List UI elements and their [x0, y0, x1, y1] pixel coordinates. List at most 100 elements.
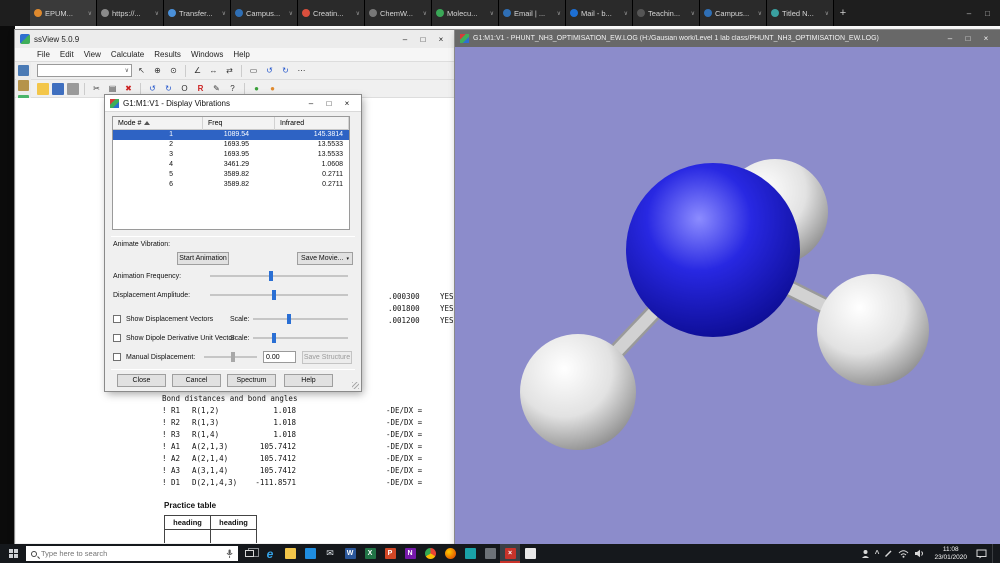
gaussview-taskbar-button[interactable]: × [500, 544, 520, 563]
select-tool-icon[interactable]: ↖ [135, 64, 148, 77]
rotate-left-icon[interactable]: ↺ [263, 64, 276, 77]
spectrum-button[interactable]: Spectrum [227, 374, 276, 387]
manual-displacement-slider[interactable] [204, 352, 257, 362]
vibration-mode-row[interactable]: 6 3589.82 0.2711 [113, 180, 349, 190]
chevron-down-icon[interactable]: ∨ [155, 10, 159, 17]
menu-results[interactable]: Results [154, 50, 181, 59]
task-view-button[interactable] [238, 544, 260, 563]
more-tools-icon[interactable]: ⋯ [295, 64, 308, 77]
vibration-mode-row[interactable]: 3 1693.95 13.5533 [113, 150, 349, 160]
browser-tab[interactable]: https://... ∨ [97, 0, 164, 26]
microphone-icon[interactable] [226, 549, 233, 559]
manual-displacement-checkbox[interactable] [113, 353, 121, 361]
vibration-mode-row[interactable]: 2 1693.95 13.5533 [113, 140, 349, 150]
menu-windows[interactable]: Windows [191, 50, 223, 59]
mail-button[interactable]: ✉ [320, 544, 340, 563]
chevron-down-icon[interactable]: ∨ [557, 10, 561, 17]
onenote-button[interactable]: N [400, 544, 420, 563]
help-tool-icon[interactable]: ? [226, 82, 239, 95]
chrome-button[interactable] [420, 544, 440, 563]
show-desktop-button[interactable] [992, 544, 996, 563]
notepad-button[interactable] [520, 544, 540, 563]
browser-tab[interactable]: Email | ... ∨ [499, 0, 566, 26]
rotate-right-icon[interactable]: ↻ [279, 64, 292, 77]
browser-tab[interactable]: Molecu... ∨ [432, 0, 499, 26]
browser-tab[interactable]: Mail - b... ∨ [566, 0, 633, 26]
bond-tool-icon[interactable]: ↔ [207, 64, 220, 77]
molecule-titlebar[interactable]: G1:M1:V1 - PHUNT_NH3_OPTIMISATION_EW.LOG… [455, 30, 1000, 47]
chevron-down-icon[interactable]: ∨ [758, 10, 762, 17]
undo-icon[interactable]: ↺ [146, 82, 159, 95]
vibration-mode-row[interactable]: 4 3461.29 1.0608 [113, 160, 349, 170]
taskbar-clock[interactable]: 11:08 23/01/2020 [934, 546, 967, 562]
browser-tab[interactable]: EPUM... ∨ [30, 0, 97, 26]
save-structure-button[interactable]: Save Structure [302, 351, 352, 364]
chevron-down-icon[interactable]: ∨ [289, 10, 293, 17]
chevron-down-icon[interactable]: ∨ [825, 10, 829, 17]
menu-edit[interactable]: Edit [60, 50, 74, 59]
redo-icon[interactable]: ↻ [162, 82, 175, 95]
help-button[interactable]: Help [284, 374, 333, 387]
menu-help[interactable]: Help [233, 50, 249, 59]
fragment-icon[interactable]: ▭ [247, 64, 260, 77]
dipole-scale-slider[interactable] [253, 333, 348, 343]
network-icon[interactable] [898, 549, 909, 558]
close-button[interactable]: Close [117, 374, 166, 387]
menu-file[interactable]: File [37, 50, 50, 59]
word-button[interactable]: W [340, 544, 360, 563]
settings-button[interactable] [480, 544, 500, 563]
chevron-down-icon[interactable]: ∨ [624, 10, 628, 17]
browser-tab[interactable]: Campus... ∨ [231, 0, 298, 26]
minimize-button[interactable]: – [302, 95, 320, 112]
center-view-icon[interactable]: ⊙ [167, 64, 180, 77]
manual-displacement-input[interactable] [263, 351, 296, 363]
close-button[interactable]: × [977, 30, 995, 47]
browser-tab[interactable]: Transfer... ∨ [164, 0, 231, 26]
file-explorer-button[interactable] [280, 544, 300, 563]
molecule-canvas[interactable] [455, 47, 1000, 544]
swap-tool-icon[interactable]: ⇄ [223, 64, 236, 77]
action-center-icon[interactable] [976, 549, 987, 559]
close-button[interactable]: × [432, 31, 450, 48]
cut-icon[interactable]: ✂ [90, 82, 103, 95]
gaussview-titlebar[interactable]: ssView 5.0.9 – □ × [15, 30, 455, 48]
taskbar-search[interactable] [26, 546, 238, 561]
window-maximize-icon[interactable]: □ [985, 9, 990, 18]
minimize-button[interactable]: – [396, 31, 414, 48]
powerpoint-button[interactable]: P [380, 544, 400, 563]
browser-tab[interactable]: Creatin... ∨ [298, 0, 365, 26]
firefox-button[interactable] [440, 544, 460, 563]
start-button[interactable] [0, 544, 26, 563]
menu-calculate[interactable]: Calculate [111, 50, 144, 59]
chevron-down-icon[interactable]: ∨ [356, 10, 360, 17]
nitrogen-atom[interactable] [626, 163, 800, 337]
maximize-button[interactable]: □ [320, 95, 338, 112]
photos-button[interactable] [460, 544, 480, 563]
r-group-icon[interactable]: R [194, 82, 207, 95]
dialog-titlebar[interactable]: G1:M1:V1 - Display Vibrations – □ × [105, 95, 361, 112]
builder-tool-icon[interactable] [18, 65, 29, 76]
save-file-icon[interactable] [52, 83, 64, 95]
ring-fragment-icon[interactable]: O [178, 82, 191, 95]
chevron-down-icon[interactable]: ∨ [691, 10, 695, 17]
show-dipole-derivative-checkbox[interactable] [113, 334, 121, 342]
chevron-down-icon[interactable]: ∨ [490, 10, 494, 17]
fragment-library-icon[interactable] [18, 80, 29, 91]
cancel-button[interactable]: Cancel [172, 374, 221, 387]
column-header-mode[interactable]: Mode # [113, 117, 203, 130]
show-displacement-vectors-checkbox[interactable] [113, 315, 121, 323]
store-button[interactable] [300, 544, 320, 563]
edge-button[interactable]: e [260, 544, 280, 563]
vibration-mode-row[interactable]: 1 1089.54 145.3814 [113, 130, 349, 140]
start-animation-button[interactable]: Start Animation [177, 252, 229, 265]
search-input[interactable] [41, 549, 222, 558]
pen-icon[interactable] [884, 549, 893, 558]
chevron-down-icon[interactable]: ∨ [222, 10, 226, 17]
resize-grip[interactable] [352, 382, 359, 389]
vibration-mode-row[interactable]: 5 3589.82 0.2711 [113, 170, 349, 180]
browser-tab[interactable]: Teachin... ∨ [633, 0, 700, 26]
vectors-scale-slider[interactable] [253, 314, 348, 324]
people-icon[interactable] [861, 549, 870, 558]
displacement-amplitude-slider[interactable] [210, 290, 348, 300]
excel-button[interactable]: X [360, 544, 380, 563]
